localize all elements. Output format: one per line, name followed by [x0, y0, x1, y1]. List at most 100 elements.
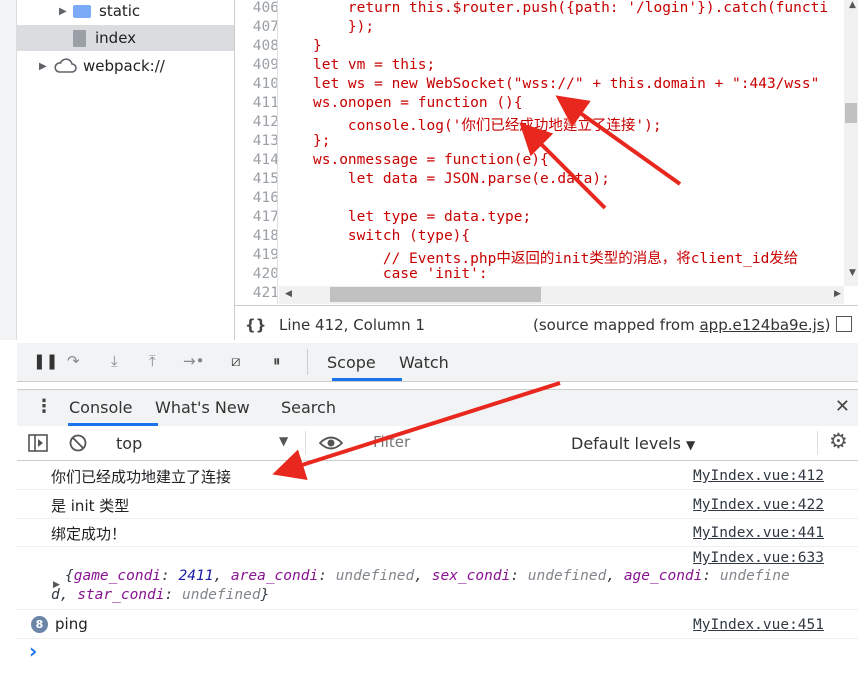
console-message: 是 init 类型 MyIndex.vue:422 — [17, 490, 858, 519]
object-token: } — [260, 587, 270, 603]
clear-console-icon[interactable] — [69, 434, 87, 452]
line-number[interactable]: 415 — [235, 171, 279, 187]
object-token: undefined — [335, 568, 415, 584]
line-number[interactable]: 419 — [235, 247, 279, 263]
source-suffix: ) — [824, 316, 831, 334]
chevron-down-icon[interactable]: ▼ — [279, 434, 288, 448]
object-token: area_condi — [230, 568, 319, 584]
tab-whats-new[interactable]: What's New — [155, 398, 250, 417]
code-line[interactable]: // Events.php中返回的init类型的消息，将client_id发给 — [313, 247, 798, 268]
code-line[interactable]: return this.$router.push({path: '/login'… — [313, 0, 828, 16]
code-line[interactable]: ws.onopen = function (){ — [313, 95, 523, 111]
line-number[interactable]: 406 — [235, 0, 279, 16]
console-message: 你们已经成功地建立了连接 MyIndex.vue:412 — [17, 461, 858, 490]
vertical-scrollbar[interactable] — [844, 0, 858, 286]
tree-item-static[interactable]: ▶ static — [17, 0, 234, 24]
context-selector[interactable]: top — [116, 434, 142, 453]
code-editor[interactable]: 406 return this.$router.push({path: '/lo… — [235, 0, 858, 304]
pause-on-exceptions-icon[interactable]: ⏸ — [273, 352, 281, 370]
scroll-right-arrow-icon[interactable]: ▶ — [834, 289, 841, 299]
vertical-scroll-thumb[interactable] — [845, 103, 857, 123]
expand-triangle-icon[interactable]: ▶ — [59, 6, 73, 17]
code-line[interactable]: let data = JSON.parse(e.data); — [313, 171, 610, 187]
message-source-link[interactable]: MyIndex.vue:422 — [693, 497, 824, 513]
object-preview-line[interactable]: {game_condi: 2411, area_condi: undefined… — [65, 568, 790, 584]
line-number[interactable]: 412 — [235, 114, 279, 130]
code-line[interactable]: let ws = new WebSocket("wss://" + this.d… — [313, 76, 819, 92]
object-token: age_condi — [623, 568, 703, 584]
line-number[interactable]: 420 — [235, 266, 279, 282]
step-into-icon[interactable]: ⤓ — [111, 352, 118, 370]
code-line[interactable]: console.log('你们已经成功地建立了连接'); — [313, 114, 662, 135]
filter-input[interactable] — [367, 430, 565, 454]
eye-icon[interactable] — [319, 435, 343, 451]
line-number[interactable]: 408 — [235, 38, 279, 54]
message-source-link[interactable]: MyIndex.vue:441 — [693, 525, 824, 541]
step-out-icon[interactable]: ⤒ — [149, 352, 156, 370]
toggle-drawer-icon[interactable] — [836, 316, 852, 332]
step-icon[interactable]: →• — [183, 352, 204, 370]
gutter-divider — [277, 0, 278, 304]
sidebar-toggle-icon[interactable] — [28, 434, 48, 452]
code-line[interactable]: let type = data.type; — [313, 209, 531, 225]
line-number[interactable]: 409 — [235, 57, 279, 73]
code-line[interactable]: let vm = this; — [313, 57, 435, 73]
line-number[interactable]: 417 — [235, 209, 279, 225]
line-number[interactable]: 416 — [235, 190, 279, 206]
source-prefix: (source mapped from — [533, 316, 700, 334]
cloud-icon — [54, 58, 77, 73]
object-token: game_condi — [73, 568, 162, 584]
object-token: undefine — [719, 568, 790, 584]
pause-icon[interactable]: ❚❚ — [33, 352, 58, 370]
object-token: , — [213, 568, 231, 584]
source-link[interactable]: app.e124ba9e.js — [699, 316, 824, 334]
gear-icon[interactable]: ⚙ — [829, 429, 848, 453]
scroll-up-arrow-icon[interactable]: ▲ — [849, 0, 856, 10]
log-levels-dropdown[interactable]: Default levels ▼ — [571, 434, 695, 453]
tree-item-index[interactable]: index — [17, 25, 234, 51]
step-over-icon[interactable]: ↷ — [67, 352, 80, 370]
message-text: 绑定成功！ — [51, 525, 127, 543]
code-line[interactable]: }; — [313, 133, 330, 149]
object-token: d — [51, 587, 60, 603]
pretty-print-button[interactable]: {} — [245, 316, 279, 334]
console-message: 8 ping MyIndex.vue:451 — [17, 610, 858, 639]
line-number[interactable]: 407 — [235, 19, 279, 35]
line-number[interactable]: 414 — [235, 152, 279, 168]
scroll-down-arrow-icon[interactable]: ▼ — [849, 268, 856, 278]
expand-triangle-icon[interactable]: ▶ — [39, 61, 53, 72]
code-line[interactable]: ws.onmessage = function(e){ — [313, 152, 549, 168]
code-line[interactable]: }); — [313, 19, 374, 35]
code-line[interactable]: } — [313, 38, 322, 54]
tab-watch[interactable]: Watch — [399, 353, 449, 372]
scroll-left-arrow-icon[interactable]: ◀ — [285, 289, 292, 299]
code-line[interactable]: switch (type){ — [313, 228, 470, 244]
message-source-link[interactable]: MyIndex.vue:451 — [693, 617, 824, 633]
object-token: , — [414, 568, 432, 584]
toolbar-divider — [817, 431, 818, 455]
tab-console[interactable]: Console — [69, 398, 133, 417]
close-icon[interactable]: ✕ — [835, 396, 850, 417]
code-line[interactable]: case 'init': — [313, 266, 488, 282]
message-source-link[interactable]: MyIndex.vue:412 — [693, 468, 824, 484]
object-token: , — [606, 568, 624, 584]
object-token: 2411 — [178, 568, 214, 584]
tab-scope[interactable]: Scope — [327, 353, 376, 372]
line-number[interactable]: 418 — [235, 228, 279, 244]
deactivate-breakpoints-icon[interactable]: ⧄ — [231, 352, 241, 370]
tab-search[interactable]: Search — [281, 398, 336, 417]
active-tab-indicator — [332, 378, 402, 381]
line-number[interactable]: 413 — [235, 133, 279, 149]
message-text: ping — [55, 615, 88, 633]
object-token: : — [164, 587, 182, 603]
more-options-icon[interactable]: ⋮ — [35, 396, 53, 417]
object-preview-line[interactable]: d, star_condi: undefined} — [51, 587, 269, 603]
line-number[interactable]: 421 — [235, 285, 279, 301]
horizontal-scroll-thumb[interactable] — [330, 287, 541, 302]
console-prompt[interactable]: › — [17, 639, 858, 682]
message-source-link[interactable]: MyIndex.vue:633 — [693, 550, 824, 566]
tree-item-webpack[interactable]: ▶ webpack:// — [17, 53, 234, 79]
line-number[interactable]: 410 — [235, 76, 279, 92]
line-number[interactable]: 411 — [235, 95, 279, 111]
object-token: : — [318, 568, 336, 584]
